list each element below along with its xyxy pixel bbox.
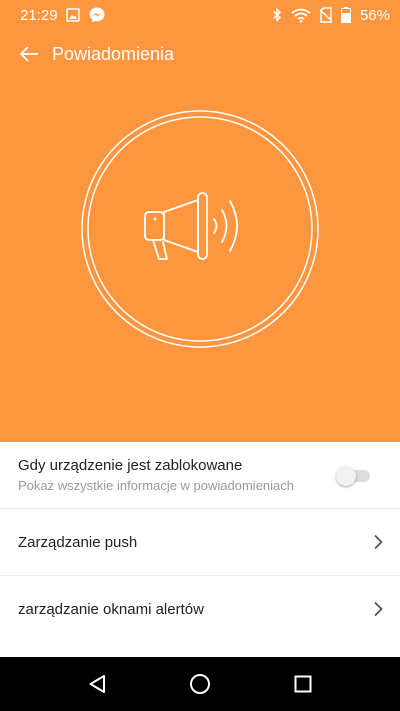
settings-list: Gdy urządzenie jest zablokowane Pokaż ws…: [0, 442, 400, 642]
battery-icon: [340, 7, 351, 23]
no-sim-icon: [319, 7, 332, 23]
nav-recents-button[interactable]: [273, 657, 333, 711]
alert-windows-title: zarządzanie oknami alertów: [18, 600, 204, 618]
recents-square-icon: [294, 675, 312, 693]
back-triangle-icon: [88, 674, 106, 694]
page-title: Powiadomienia: [52, 43, 175, 64]
battery-percent: 56%: [359, 6, 390, 24]
wifi-icon: [291, 8, 311, 23]
status-bar: 21:29 56%: [0, 0, 400, 30]
home-circle-icon: [189, 673, 211, 695]
lock-screen-subtitle: Pokaż wszystkie informacje w powiadomien…: [18, 478, 295, 493]
lock-screen-texts: Gdy urządzenie jest zablokowane Pokaż ws…: [18, 457, 294, 493]
status-left: 21:29: [20, 6, 106, 24]
lock-screen-title: Gdy urządzenie jest zablokowane: [18, 457, 243, 474]
push-management-title: Zarządzanie push: [18, 533, 138, 551]
messenger-icon: [88, 6, 106, 24]
back-button[interactable]: [0, 30, 56, 78]
status-right: 56%: [272, 7, 390, 24]
arrow-left-icon: [19, 46, 39, 62]
alert-windows-management-row[interactable]: zarządzanie oknami alertów: [0, 576, 400, 642]
lock-screen-toggle[interactable]: [336, 466, 374, 486]
nav-back-button[interactable]: [67, 657, 127, 711]
nav-home-button[interactable]: [170, 657, 230, 711]
megaphone-icon: [81, 110, 319, 348]
bluetooth-icon: [272, 7, 282, 23]
hero-banner: [0, 78, 400, 442]
app-bar: Powiadomienia: [0, 30, 400, 78]
system-navigation-bar: [0, 657, 400, 711]
chevron-right-icon: [370, 532, 386, 552]
status-time: 21:29: [20, 6, 58, 24]
lock-screen-setting-row[interactable]: Gdy urządzenie jest zablokowane Pokaż ws…: [0, 442, 400, 509]
image-icon: [65, 8, 80, 22]
chevron-right-icon: [370, 599, 386, 619]
toggle-thumb: [336, 466, 356, 486]
push-management-row[interactable]: Zarządzanie push: [0, 509, 400, 576]
